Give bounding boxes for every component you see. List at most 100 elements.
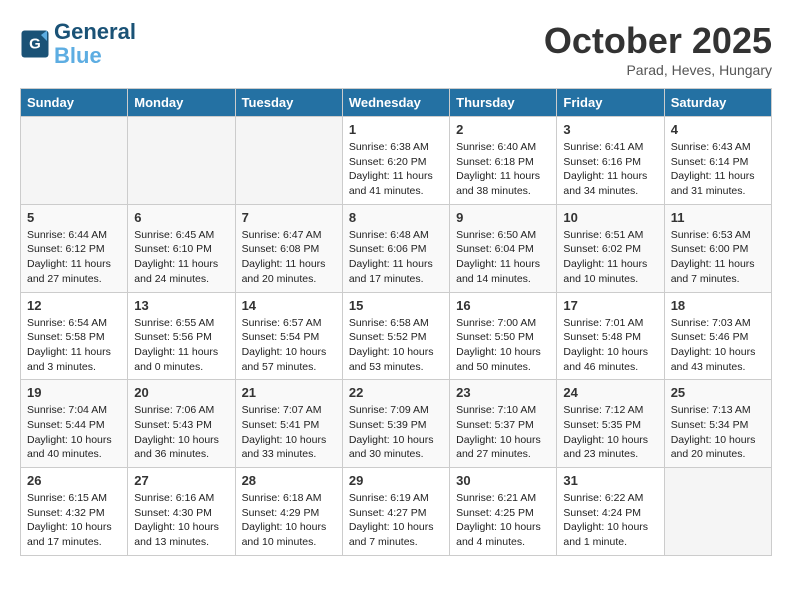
cell-2-4: 16Sunrise: 7:00 AM Sunset: 5:50 PM Dayli…: [450, 292, 557, 380]
cell-1-1: 6 Sunrise: 6:45 AM Sunset: 6:10 PM Daylig…: [128, 204, 235, 292]
day-number: 23: [456, 385, 550, 400]
day-number: 12: [27, 298, 121, 313]
logo-line2: Blue: [54, 43, 102, 68]
cell-2-5: 17 Sunrise: 7:01 AM Sunset: 5:48 PM Dayli…: [557, 292, 664, 380]
day-number: 30: [456, 473, 550, 488]
cell-info: Sunrise: 6:15 AM Sunset: 4:32 PM Dayligh…: [27, 491, 121, 550]
cell-1-4: 9Sunrise: 6:50 AM Sunset: 6:04 PM Daylig…: [450, 204, 557, 292]
day-number: 11: [671, 210, 765, 225]
page-header: G General Blue October 2025 Parad, Heves…: [20, 20, 772, 78]
logo: G General Blue: [20, 20, 136, 68]
day-number: 25: [671, 385, 765, 400]
cell-3-0: 19 Sunrise: 7:04 AM Sunset: 5:44 PM Dayli…: [21, 380, 128, 468]
day-number: 4: [671, 122, 765, 137]
cell-4-1: 27 Sunrise: 6:16 AM Sunset: 4:30 PM Dayli…: [128, 468, 235, 556]
cell-4-3: 29 Sunrise: 6:19 AM Sunset: 4:27 PM Dayli…: [342, 468, 449, 556]
cell-info: Sunrise: 6:44 AM Sunset: 6:12 PM Dayligh…: [27, 228, 121, 287]
cell-1-5: 10Sunrise: 6:51 AM Sunset: 6:02 PM Dayli…: [557, 204, 664, 292]
day-number: 26: [27, 473, 121, 488]
cell-info: Sunrise: 6:58 AM Sunset: 5:52 PM Dayligh…: [349, 316, 443, 375]
cell-info: Sunrise: 6:54 AM Sunset: 5:58 PM Dayligh…: [27, 316, 121, 375]
cell-info: Sunrise: 6:16 AM Sunset: 4:30 PM Dayligh…: [134, 491, 228, 550]
week-row-2: 12 Sunrise: 6:54 AM Sunset: 5:58 PM Dayli…: [21, 292, 772, 380]
cell-info: Sunrise: 6:48 AM Sunset: 6:06 PM Dayligh…: [349, 228, 443, 287]
cell-1-6: 11 Sunrise: 6:53 AM Sunset: 6:00 PM Dayli…: [664, 204, 771, 292]
cell-2-3: 15 Sunrise: 6:58 AM Sunset: 5:52 PM Dayli…: [342, 292, 449, 380]
cell-2-0: 12 Sunrise: 6:54 AM Sunset: 5:58 PM Dayli…: [21, 292, 128, 380]
day-number: 10: [563, 210, 657, 225]
cell-info: Sunrise: 6:38 AM Sunset: 6:20 PM Dayligh…: [349, 140, 443, 199]
col-header-saturday: Saturday: [664, 89, 771, 117]
day-number: 6: [134, 210, 228, 225]
cell-info: Sunrise: 7:09 AM Sunset: 5:39 PM Dayligh…: [349, 403, 443, 462]
col-header-thursday: Thursday: [450, 89, 557, 117]
cell-info: Sunrise: 7:01 AM Sunset: 5:48 PM Dayligh…: [563, 316, 657, 375]
cell-3-5: 24Sunrise: 7:12 AM Sunset: 5:35 PM Dayli…: [557, 380, 664, 468]
cell-info: Sunrise: 6:19 AM Sunset: 4:27 PM Dayligh…: [349, 491, 443, 550]
cell-info: Sunrise: 6:21 AM Sunset: 4:25 PM Dayligh…: [456, 491, 550, 550]
calendar-table: SundayMondayTuesdayWednesdayThursdayFrid…: [20, 88, 772, 556]
day-number: 31: [563, 473, 657, 488]
cell-2-2: 14Sunrise: 6:57 AM Sunset: 5:54 PM Dayli…: [235, 292, 342, 380]
cell-0-0: [21, 117, 128, 205]
day-number: 3: [563, 122, 657, 137]
cell-info: Sunrise: 6:45 AM Sunset: 6:10 PM Dayligh…: [134, 228, 228, 287]
cell-1-3: 8Sunrise: 6:48 AM Sunset: 6:06 PM Daylig…: [342, 204, 449, 292]
cell-4-4: 30 Sunrise: 6:21 AM Sunset: 4:25 PM Dayli…: [450, 468, 557, 556]
week-row-4: 26 Sunrise: 6:15 AM Sunset: 4:32 PM Dayli…: [21, 468, 772, 556]
col-header-wednesday: Wednesday: [342, 89, 449, 117]
cell-4-2: 28 Sunrise: 6:18 AM Sunset: 4:29 PM Dayli…: [235, 468, 342, 556]
col-header-tuesday: Tuesday: [235, 89, 342, 117]
cell-info: Sunrise: 7:10 AM Sunset: 5:37 PM Dayligh…: [456, 403, 550, 462]
day-number: 27: [134, 473, 228, 488]
logo-icon: G: [20, 29, 50, 59]
week-row-3: 19 Sunrise: 7:04 AM Sunset: 5:44 PM Dayli…: [21, 380, 772, 468]
cell-4-6: [664, 468, 771, 556]
cell-info: Sunrise: 6:40 AM Sunset: 6:18 PM Dayligh…: [456, 140, 550, 199]
cell-info: Sunrise: 7:03 AM Sunset: 5:46 PM Dayligh…: [671, 316, 765, 375]
cell-3-6: 25 Sunrise: 7:13 AM Sunset: 5:34 PM Dayli…: [664, 380, 771, 468]
cell-info: Sunrise: 6:18 AM Sunset: 4:29 PM Dayligh…: [242, 491, 336, 550]
logo-text: General Blue: [54, 20, 136, 68]
location: Parad, Heves, Hungary: [544, 62, 772, 78]
day-number: 1: [349, 122, 443, 137]
cell-1-2: 7 Sunrise: 6:47 AM Sunset: 6:08 PM Daylig…: [235, 204, 342, 292]
day-number: 13: [134, 298, 228, 313]
cell-info: Sunrise: 6:53 AM Sunset: 6:00 PM Dayligh…: [671, 228, 765, 287]
cell-3-1: 20Sunrise: 7:06 AM Sunset: 5:43 PM Dayli…: [128, 380, 235, 468]
day-number: 15: [349, 298, 443, 313]
day-number: 24: [563, 385, 657, 400]
week-row-0: 1 Sunrise: 6:38 AM Sunset: 6:20 PM Daylig…: [21, 117, 772, 205]
cell-0-5: 3 Sunrise: 6:41 AM Sunset: 6:16 PM Daylig…: [557, 117, 664, 205]
cell-info: Sunrise: 6:50 AM Sunset: 6:04 PM Dayligh…: [456, 228, 550, 287]
svg-text:G: G: [29, 36, 41, 53]
cell-0-4: 2Sunrise: 6:40 AM Sunset: 6:18 PM Daylig…: [450, 117, 557, 205]
cell-info: Sunrise: 6:22 AM Sunset: 4:24 PM Dayligh…: [563, 491, 657, 550]
cell-0-1: [128, 117, 235, 205]
cell-info: Sunrise: 6:57 AM Sunset: 5:54 PM Dayligh…: [242, 316, 336, 375]
cell-info: Sunrise: 6:47 AM Sunset: 6:08 PM Dayligh…: [242, 228, 336, 287]
cell-0-6: 4 Sunrise: 6:43 AM Sunset: 6:14 PM Daylig…: [664, 117, 771, 205]
title-block: October 2025 Parad, Heves, Hungary: [544, 20, 772, 78]
day-number: 22: [349, 385, 443, 400]
cell-info: Sunrise: 6:41 AM Sunset: 6:16 PM Dayligh…: [563, 140, 657, 199]
cell-info: Sunrise: 7:07 AM Sunset: 5:41 PM Dayligh…: [242, 403, 336, 462]
day-number: 21: [242, 385, 336, 400]
day-number: 28: [242, 473, 336, 488]
cell-info: Sunrise: 7:04 AM Sunset: 5:44 PM Dayligh…: [27, 403, 121, 462]
cell-info: Sunrise: 7:00 AM Sunset: 5:50 PM Dayligh…: [456, 316, 550, 375]
cell-4-5: 31 Sunrise: 6:22 AM Sunset: 4:24 PM Dayli…: [557, 468, 664, 556]
day-number: 19: [27, 385, 121, 400]
col-header-sunday: Sunday: [21, 89, 128, 117]
day-number: 18: [671, 298, 765, 313]
cell-3-2: 21 Sunrise: 7:07 AM Sunset: 5:41 PM Dayli…: [235, 380, 342, 468]
day-number: 29: [349, 473, 443, 488]
day-number: 17: [563, 298, 657, 313]
cell-info: Sunrise: 7:13 AM Sunset: 5:34 PM Dayligh…: [671, 403, 765, 462]
cell-2-6: 18 Sunrise: 7:03 AM Sunset: 5:46 PM Dayli…: [664, 292, 771, 380]
day-number: 7: [242, 210, 336, 225]
cell-2-1: 13Sunrise: 6:55 AM Sunset: 5:56 PM Dayli…: [128, 292, 235, 380]
month-title: October 2025: [544, 20, 772, 62]
cell-3-4: 23 Sunrise: 7:10 AM Sunset: 5:37 PM Dayli…: [450, 380, 557, 468]
cell-info: Sunrise: 6:43 AM Sunset: 6:14 PM Dayligh…: [671, 140, 765, 199]
